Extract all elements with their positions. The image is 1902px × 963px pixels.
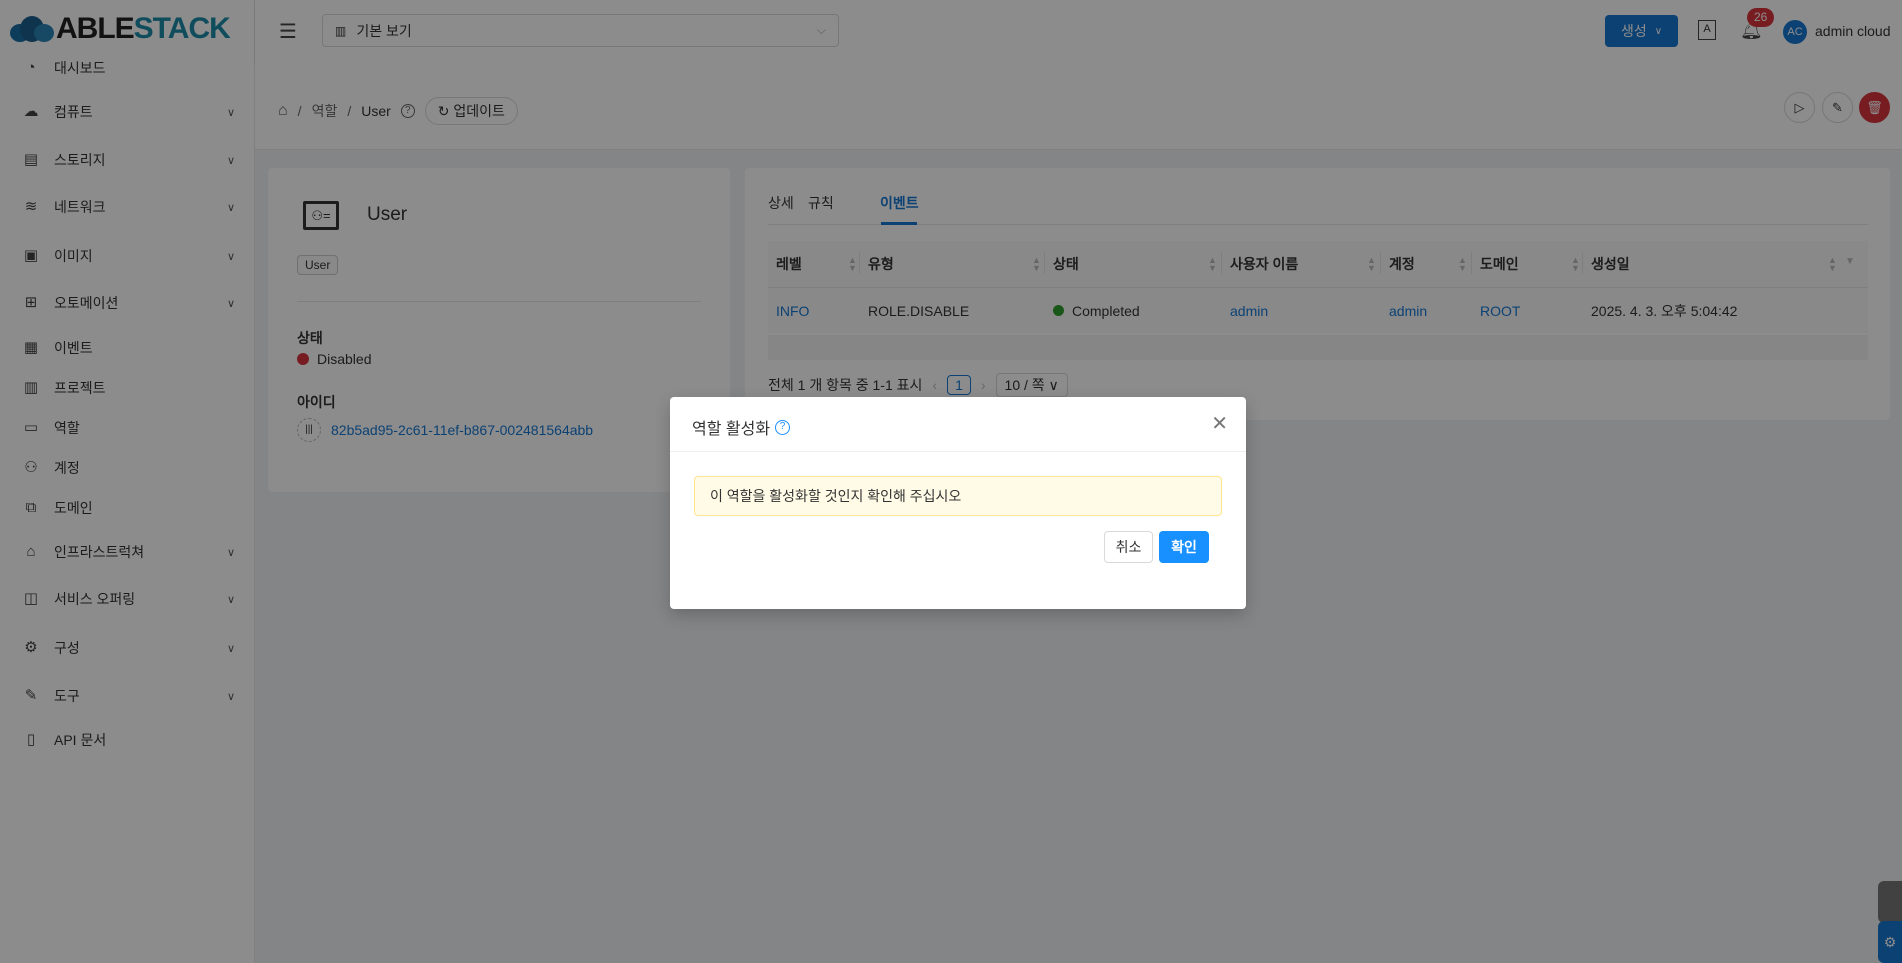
close-icon[interactable]: ✕ bbox=[1211, 411, 1228, 436]
cancel-button[interactable]: 취소 bbox=[1104, 531, 1153, 563]
modal-title: 역할 활성화 bbox=[692, 421, 771, 438]
confirm-alert: 이 역할을 활성화할 것인지 확인해 주십시오 bbox=[694, 476, 1222, 516]
enable-role-modal: 역할 활성화? ✕ 이 역할을 활성화할 것인지 확인해 주십시오 취소 확인 bbox=[670, 397, 1246, 609]
help-icon[interactable]: ? bbox=[775, 419, 791, 435]
ok-button[interactable]: 확인 bbox=[1159, 531, 1209, 563]
